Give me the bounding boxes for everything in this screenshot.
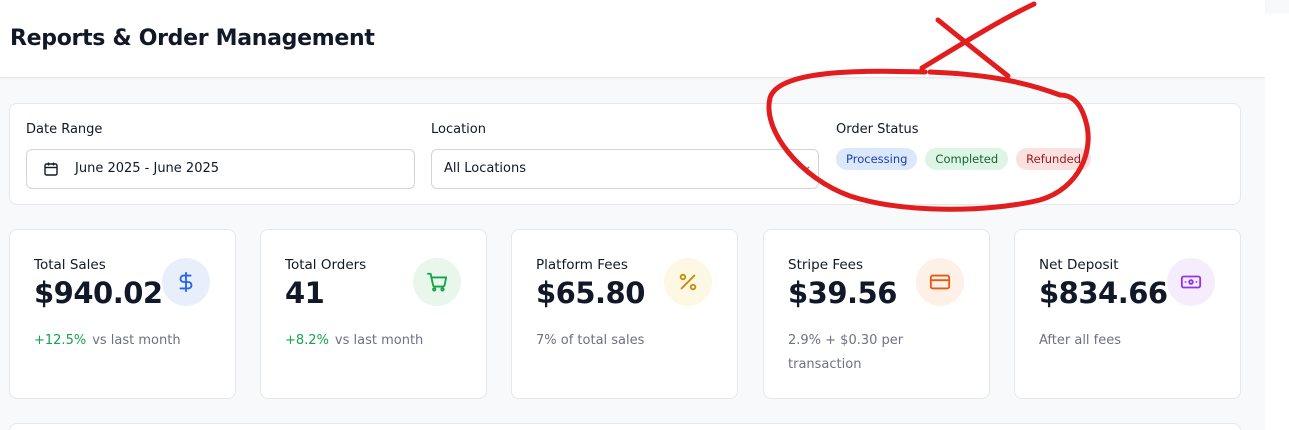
date-range-value: June 2025 - June 2025 xyxy=(75,161,220,176)
stat-value: 41 xyxy=(285,276,325,310)
date-range-picker[interactable]: June 2025 - June 2025 xyxy=(26,149,415,189)
stat-value: $834.66 xyxy=(1039,276,1168,310)
stat-delta-text: vs last month xyxy=(334,333,424,348)
stat-card-platform-fees: Platform Fees $65.80 7% of total sales xyxy=(511,229,738,399)
status-badge-refunded[interactable]: Refunded xyxy=(1016,148,1092,170)
location-select[interactable]: All Locations xyxy=(431,149,819,189)
money-icon xyxy=(1180,275,1202,289)
stat-delta: +12.5% xyxy=(34,333,87,348)
stat-title: Total Sales xyxy=(34,257,106,273)
order-status-filters: Processing Completed Refunded xyxy=(836,148,1092,170)
stat-note: 2.9% + $0.30 per transaction xyxy=(788,333,904,372)
page-title: Reports & Order Management xyxy=(10,26,375,51)
date-range-label: Date Range xyxy=(26,122,103,137)
stat-delta-text: vs last month xyxy=(92,333,181,348)
dollar-icon xyxy=(179,271,193,293)
calendar-icon xyxy=(44,162,58,176)
status-badge-completed[interactable]: Completed xyxy=(925,148,1009,170)
stat-title: Total Orders xyxy=(285,257,367,273)
stat-card-net-deposit: Net Deposit $834.66 After all fees xyxy=(1014,229,1241,399)
percent-icon xyxy=(679,273,697,291)
location-label: Location xyxy=(431,122,486,137)
stat-icon-wrap xyxy=(162,258,210,306)
stat-value: $39.56 xyxy=(788,276,897,310)
stat-note: After all fees xyxy=(1039,333,1122,348)
stat-icon-wrap xyxy=(1167,258,1215,306)
stat-title: Stripe Fees xyxy=(788,257,864,273)
stat-value: $65.80 xyxy=(536,276,645,310)
stat-note: 7% of total sales xyxy=(536,333,645,348)
stat-title: Net Deposit xyxy=(1039,257,1119,273)
cart-icon xyxy=(426,272,448,292)
chevron-down-icon xyxy=(800,166,810,173)
credit-card-icon xyxy=(929,274,951,290)
order-status-label: Order Status xyxy=(836,122,919,137)
stat-icon-wrap xyxy=(664,258,712,306)
filters-panel: Date Range June 2025 - June 2025 Locatio… xyxy=(9,103,1241,205)
stat-card-stripe-fees: Stripe Fees $39.56 2.9% + $0.30 per tran… xyxy=(763,229,990,399)
stat-subtext: +8.2% vs last month xyxy=(285,329,465,353)
stat-icon-wrap xyxy=(916,258,964,306)
stat-value: $940.02 xyxy=(34,276,163,310)
bottom-panel xyxy=(9,423,1241,430)
stat-subtext: +12.5% vs last month xyxy=(34,329,214,353)
scrollbar-track[interactable] xyxy=(1265,14,1289,430)
stat-card-total-orders: Total Orders 41 +8.2% vs last month xyxy=(260,229,487,399)
stat-title: Platform Fees xyxy=(536,257,628,273)
stat-icon-wrap xyxy=(413,258,461,306)
status-badge-processing[interactable]: Processing xyxy=(836,148,918,170)
stat-delta: +8.2% xyxy=(285,333,329,348)
page-header: Reports & Order Management xyxy=(0,0,1265,78)
stat-card-total-sales: Total Sales $940.02 +12.5% vs last month xyxy=(9,229,236,399)
location-value: All Locations xyxy=(444,161,527,176)
